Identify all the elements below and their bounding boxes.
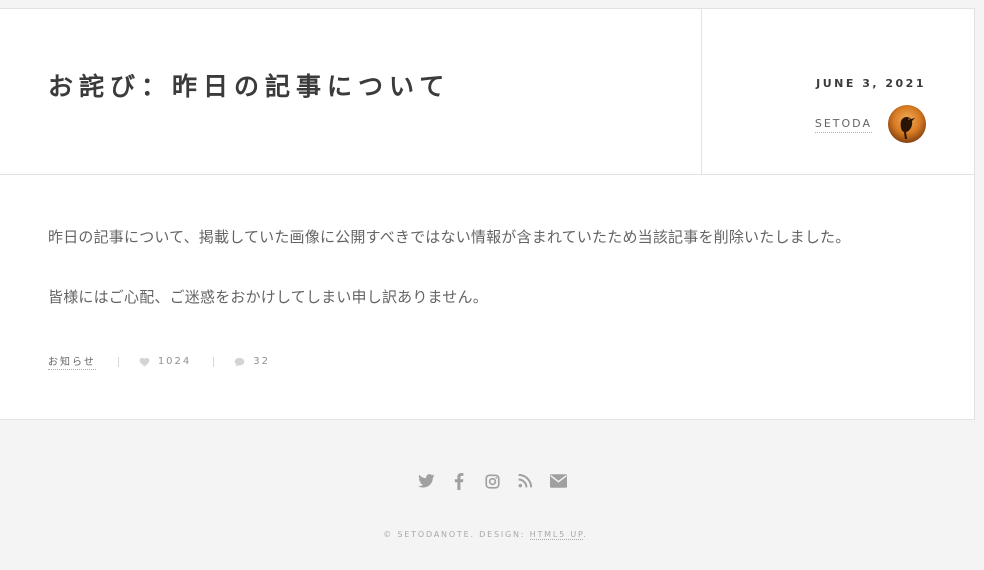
envelope-icon[interactable]	[549, 472, 567, 490]
comment-icon	[234, 357, 245, 367]
like-button[interactable]: 1024	[139, 356, 191, 367]
post-date: JUNE 3, 2021	[816, 77, 926, 90]
bird-silhouette-icon	[900, 116, 915, 139]
post-title[interactable]: お詫び：昨日の記事について	[48, 67, 450, 103]
post-body: 昨日の記事について、掲載していた画像に公開すべきではない情報が含まれていたため当…	[0, 175, 974, 307]
post-meta: JUNE 3, 2021 SETODA	[702, 9, 974, 174]
post: お詫び：昨日の記事について JUNE 3, 2021 SETODA 昨日の記事に…	[0, 8, 975, 420]
author-name[interactable]: SETODA	[814, 117, 872, 133]
design-link[interactable]: HTML5 UP	[529, 530, 584, 540]
paragraph-2: 皆様にはご心配、ご迷惑をおかけしてしまい申し訳ありません。	[48, 288, 488, 306]
copyright-prefix: © SETODANOTE. DESIGN:	[383, 530, 530, 539]
like-count: 1024	[157, 356, 192, 367]
title-area: お詫び：昨日の記事について	[0, 9, 702, 174]
twitter-icon[interactable]	[417, 472, 435, 490]
copyright: © SETODANOTE. DESIGN: HTML5 UP.	[0, 530, 971, 540]
instagram-icon[interactable]	[483, 472, 501, 490]
category-link[interactable]: お知らせ	[48, 353, 96, 370]
facebook-icon[interactable]	[450, 472, 468, 490]
social-links	[0, 472, 984, 490]
divider	[213, 356, 215, 367]
copyright-suffix: .	[583, 530, 588, 539]
comment-count: 32	[253, 356, 270, 367]
rss-icon[interactable]	[516, 472, 534, 490]
divider	[117, 356, 119, 367]
post-stats: お知らせ 1024 32	[48, 353, 270, 370]
author-avatar[interactable]	[888, 105, 926, 143]
post-header: お詫び：昨日の記事について JUNE 3, 2021 SETODA	[0, 9, 974, 175]
heart-icon	[139, 357, 150, 367]
paragraph-1: 昨日の記事について、掲載していた画像に公開すべきではない情報が含まれていたため当…	[48, 228, 851, 246]
comment-button[interactable]: 32	[234, 356, 270, 367]
